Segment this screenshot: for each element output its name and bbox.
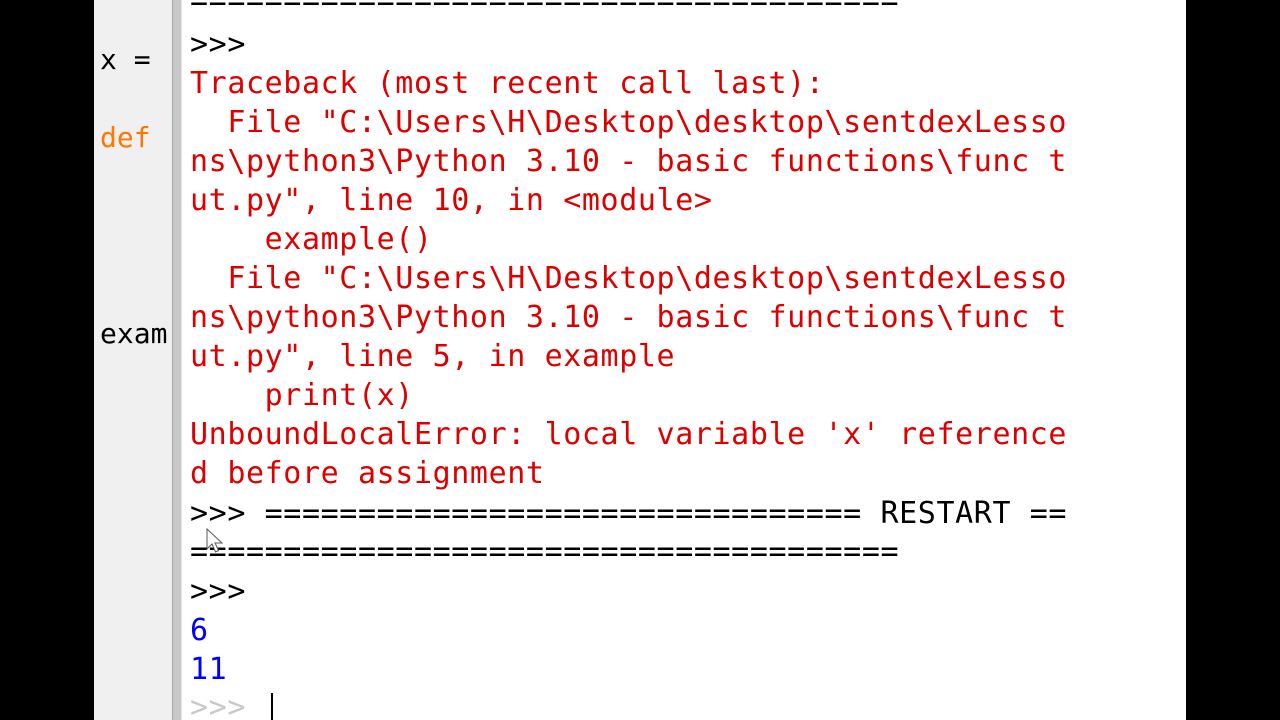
editor-line: def [100,121,151,154]
traceback-line: ut.py", line 5, in example [190,339,676,374]
shell-prompt: >>> [190,574,246,609]
restart-line: >>> ================================ RES… [190,496,1068,531]
prompt-text: >>> [190,690,265,720]
traceback-line: File "C:\Users\H\Desktop\desktop\sentdex… [190,105,1068,140]
editor-line: exam [100,317,168,350]
idle-window: x = def exam ===========================… [94,0,1186,720]
shell-prompt: >>> [190,27,246,62]
traceback-header: Traceback (most recent call last): [190,66,825,101]
traceback-line: print(x) [190,378,414,413]
traceback-line: ns\python3\Python 3.10 - basic functions… [190,300,1068,335]
output-line: 11 [190,652,228,687]
error-message: d before assignment [190,456,545,491]
separator-line: ====================================== [190,0,900,18]
traceback-line: ut.py", line 10, in <module> [190,183,713,218]
error-message: UnboundLocalError: local variable 'x' re… [190,417,1068,452]
traceback-line: File "C:\Users\H\Desktop\desktop\sentdex… [190,261,1068,296]
mouse-pointer-icon [206,528,224,553]
editor-line: x = [100,43,151,76]
traceback-line: ns\python3\Python 3.10 - basic functions… [190,144,1068,179]
traceback-line: example() [190,222,433,257]
output-line: 6 [190,613,209,648]
separator-line: ====================================== [190,534,900,569]
active-prompt[interactable]: >>> [190,688,273,720]
text-caret [270,692,273,720]
editor-pane[interactable]: x = def exam [94,0,172,720]
pane-splitter[interactable] [172,0,182,720]
python-shell[interactable]: ====================================== >… [182,0,1186,720]
